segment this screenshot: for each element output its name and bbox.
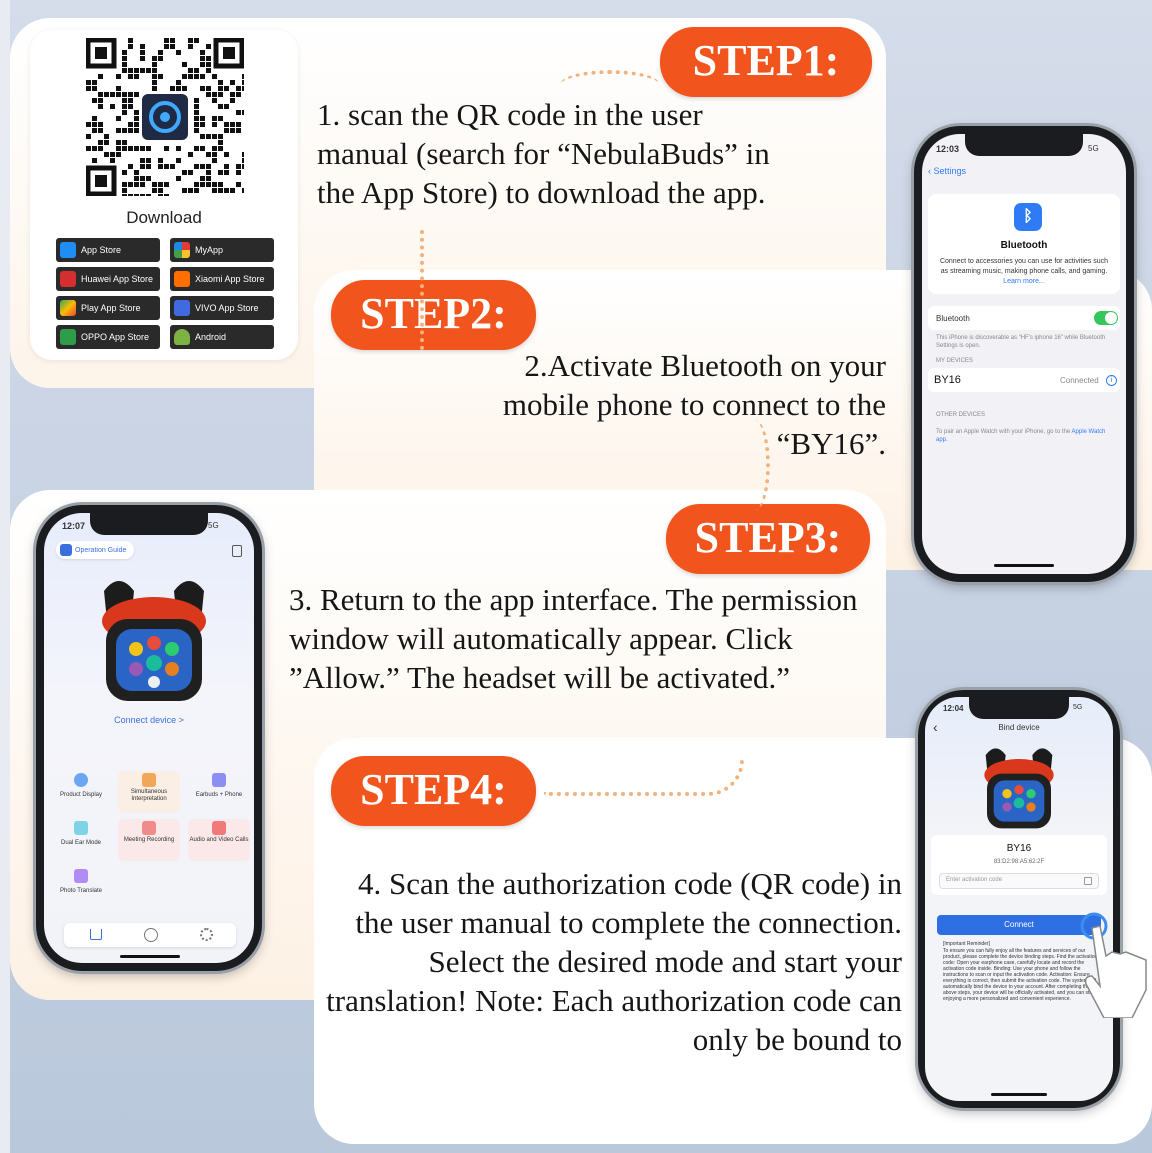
app-phone: 12:07 5G Operation Guide Connect device … [36,505,262,971]
store-huawei[interactable]: Huawei App Store [56,267,160,291]
step3-badge: STEP3: [666,504,870,574]
discoverable-note: This iPhone is discoverable as “HF's iph… [936,335,1106,349]
connector-step1 [560,70,660,100]
bluetooth-toggle[interactable] [1094,311,1118,325]
guide-icon [60,544,72,556]
store-xiaomi[interactable]: Xiaomi App Store [170,267,274,291]
earbuds-product-image [984,748,1054,829]
mode-simultaneous[interactable]: Simultaneous Interpretation [118,771,180,813]
home-indicator [991,1093,1047,1096]
step2-badge: STEP2: [331,280,536,350]
operation-guide-button[interactable]: Operation Guide [56,541,134,559]
connector-step4 [544,760,744,796]
step4-text: 4. Scan the authorization code (QR code)… [326,866,902,1057]
store-android[interactable]: Android [170,325,274,349]
home-indicator [120,955,180,958]
step3-text: 3. Return to the app interface. The perm… [289,582,858,695]
apple-watch-note: To pair an Apple Watch with your iPhone,… [936,429,1106,443]
status-time: 12:07 [62,521,86,531]
photo-translate-icon [74,869,88,883]
xiaomi-icon [174,271,190,287]
play-store-icon [60,300,76,316]
my-devices-header: MY DEVICES [936,358,973,364]
meeting-icon [142,821,156,835]
bind-device-name: BY16 [1006,843,1032,854]
scan-icon[interactable] [1084,877,1092,885]
gear-icon[interactable] [200,928,213,941]
step1-text: 1. scan the QR code in the user manual (… [317,97,770,210]
myapp-icon [174,242,190,258]
store-play[interactable]: Play App Store [56,296,160,320]
status-signal: 5G [1073,704,1083,711]
calls-icon [212,821,226,835]
left-edge [0,0,10,1153]
reminder-text: To ensure you can fully enjoy all the fe… [943,948,1098,1002]
bluetooth-screen: 12:03 5G ‹ Settings ᛒ Bluetooth Connect … [922,134,1126,574]
bluetooth-desc: Connect to accessories you can use for a… [939,258,1109,285]
reminder-title: [Important Reminder] [943,941,990,947]
notch [969,697,1069,719]
status-time: 12:04 [943,704,964,713]
info-icon[interactable]: i [1106,375,1117,386]
bluetooth-title: Bluetooth [1000,240,1048,251]
interpretation-icon [142,773,156,787]
notch [965,134,1083,156]
qr-code [86,38,244,196]
activation-code-input[interactable]: Enter activation code [939,873,1099,889]
huawei-icon [60,271,76,287]
store-myapp[interactable]: MyApp [170,238,274,262]
settings-back-link[interactable]: ‹ Settings [928,166,966,176]
mode-product-display[interactable]: Product Display [50,771,112,811]
other-devices-header: OTHER DEVICES [936,412,986,418]
app-store-icon [60,242,76,258]
connect-button[interactable]: Connect [937,915,1101,935]
download-panel: Download App Store MyApp Huawei App Stor… [30,30,298,360]
mode-audio-video[interactable]: Audio and Video Calls [188,819,250,861]
home-icon[interactable] [90,929,102,940]
step4-badge: STEP4: [331,756,536,826]
home-indicator [994,564,1054,567]
mode-dual-ear[interactable]: Dual Ear Mode [50,819,112,859]
store-vivo[interactable]: VIVO App Store [170,296,274,320]
step2-text: 2.Activate Bluetooth on your mobile phon… [502,348,886,461]
notch [90,513,208,535]
android-icon [174,329,190,345]
tapping-hand-icon [1080,912,1147,1018]
step1-badge: STEP1: [660,27,872,97]
bind-title: Bind device [998,723,1040,732]
download-label: Download [126,208,202,227]
bottom-tab-bar [64,923,236,947]
bind-phone: 12:04 5G ‹ Bind device BY16 83:D2:98:A5:… [918,690,1120,1108]
ai-icon[interactable] [144,928,158,942]
product-display-icon [74,773,88,787]
store-oppo[interactable]: OPPO App Store [56,325,160,349]
vivo-icon [174,300,190,316]
mode-photo-translate[interactable]: Photo Translate [50,867,112,907]
device-status: Connected [1060,376,1099,385]
bind-screen: 12:04 5G ‹ Bind device BY16 83:D2:98:A5:… [925,697,1113,1101]
dual-ear-icon [74,821,88,835]
earbuds-product-image [102,581,206,701]
connector-step2 [420,230,424,350]
bluetooth-icon: ᛒ [1014,203,1042,231]
learn-more-link[interactable]: Learn more... [1003,278,1045,285]
earbuds-phone-icon [212,773,226,787]
document-icon[interactable] [232,545,242,557]
mode-earbuds-phone[interactable]: Earbuds + Phone [188,771,250,811]
oppo-icon [60,329,76,345]
bind-mac: 83:D2:98:A5:62:2F [993,859,1045,865]
status-signal: 5G [1088,144,1099,153]
status-signal: 5G [208,521,219,530]
store-app-store[interactable]: App Store [56,238,160,262]
connector-step3 [740,420,770,510]
bluetooth-phone: 12:03 5G ‹ Settings ᛒ Bluetooth Connect … [914,126,1134,582]
connect-device-link[interactable]: Connect device > [44,715,254,725]
device-name: BY16 [934,374,961,386]
mode-meeting-recording[interactable]: Meeting Recording [118,819,180,861]
app-screen: 12:07 5G Operation Guide Connect device … [44,513,254,963]
status-time: 12:03 [936,144,960,154]
bluetooth-toggle-label: Bluetooth [936,314,970,323]
